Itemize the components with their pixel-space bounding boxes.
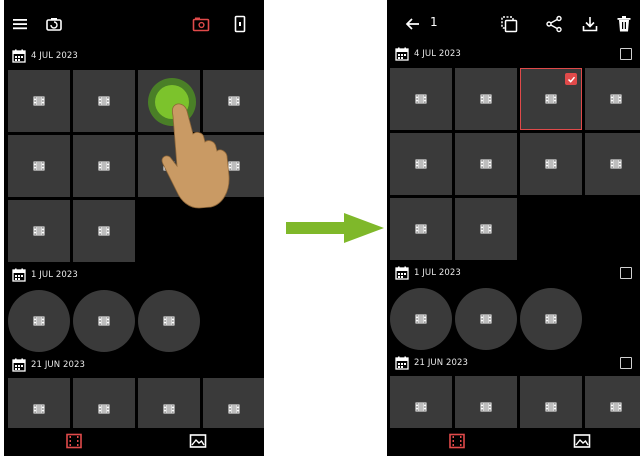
menu-icon[interactable]: [10, 14, 30, 34]
video-thumbnail[interactable]: [390, 198, 452, 260]
video-thumbnail[interactable]: [520, 288, 582, 350]
section-select-checkbox[interactable]: [620, 267, 632, 279]
video-thumbnail[interactable]: [73, 200, 135, 262]
video-thumbnail-icon: [415, 159, 427, 169]
video-thumbnail[interactable]: [585, 68, 640, 130]
video-thumbnail-icon: [163, 404, 175, 414]
video-thumbnail[interactable]: [8, 135, 70, 197]
camera-red-icon[interactable]: [191, 14, 211, 34]
video-thumbnail[interactable]: [8, 70, 70, 132]
transition-arrow-icon: [286, 213, 384, 243]
share-icon[interactable]: [544, 14, 564, 34]
date-label: 1 JUL 2023: [414, 268, 461, 278]
date-header: 21 JUN 2023: [387, 353, 640, 373]
video-thumbnail[interactable]: [138, 290, 200, 352]
date-label: 4 JUL 2023: [414, 49, 461, 59]
video-thumbnail[interactable]: [585, 133, 640, 195]
video-thumbnail-icon: [415, 402, 427, 412]
calendar-icon: [12, 268, 26, 282]
select-all-icon[interactable]: [499, 14, 519, 34]
video-thumbnail[interactable]: [455, 68, 517, 130]
video-thumbnail[interactable]: [8, 290, 70, 352]
video-thumbnail-icon: [98, 404, 110, 414]
calendar-icon: [395, 266, 409, 280]
video-thumbnail[interactable]: [455, 133, 517, 195]
date-header: 21 JUN 2023: [4, 355, 264, 375]
video-tab-icon[interactable]: [448, 433, 466, 449]
bottom-nav: [4, 428, 264, 456]
video-thumbnail-icon: [98, 96, 110, 106]
download-icon[interactable]: [580, 14, 600, 34]
back-arrow-icon[interactable]: [403, 14, 423, 34]
video-tab-icon[interactable]: [65, 433, 83, 449]
video-thumbnail-icon: [480, 402, 492, 412]
video-thumbnail-icon: [610, 94, 622, 104]
video-thumbnail-icon: [98, 226, 110, 236]
selected-check-icon[interactable]: [565, 73, 577, 85]
video-thumbnail[interactable]: [455, 198, 517, 260]
date-label: 21 JUN 2023: [414, 358, 469, 368]
bottom-nav: [387, 428, 640, 456]
video-thumbnail-icon: [228, 404, 240, 414]
date-header: 1 JUL 2023: [387, 263, 640, 283]
video-thumbnail-icon: [480, 224, 492, 234]
date-label: 4 JUL 2023: [31, 51, 78, 61]
phone-icon[interactable]: [230, 14, 250, 34]
video-thumbnail-icon: [545, 94, 557, 104]
video-thumbnail[interactable]: [73, 290, 135, 352]
delete-icon[interactable]: [614, 14, 634, 34]
video-thumbnail[interactable]: [73, 70, 135, 132]
video-thumbnail-icon: [480, 159, 492, 169]
video-thumbnail[interactable]: [390, 288, 452, 350]
video-thumbnail-icon: [33, 316, 45, 326]
section-select-checkbox[interactable]: [620, 48, 632, 60]
date-header: 4 JUL 2023: [4, 46, 264, 66]
calendar-icon: [12, 49, 26, 63]
video-thumbnail[interactable]: [520, 68, 582, 130]
top-bar: [4, 0, 264, 50]
video-thumbnail-icon: [545, 402, 557, 412]
video-thumbnail[interactable]: [520, 133, 582, 195]
video-thumbnail-icon: [98, 161, 110, 171]
tap-gesture-hand-icon: [148, 78, 230, 209]
video-thumbnail[interactable]: [73, 135, 135, 197]
video-thumbnail-icon: [33, 404, 45, 414]
video-thumbnail-icon: [415, 224, 427, 234]
gallery-screen-before: 4 JUL 2023 1 JUL 2023 21 JUN 2023: [4, 0, 264, 456]
video-thumbnail-icon: [415, 94, 427, 104]
video-thumbnail-icon: [545, 314, 557, 324]
calendar-icon: [12, 358, 26, 372]
selected-count: 1: [430, 15, 438, 29]
switch-camera-icon[interactable]: [44, 14, 64, 34]
video-thumbnail-icon: [480, 314, 492, 324]
photo-tab-icon[interactable]: [573, 433, 591, 449]
gallery-screen-selection: 1 4 JUL 2023 1 JUL 2023 21 JUN 2023: [387, 0, 640, 456]
video-thumbnail-icon: [33, 226, 45, 236]
date-label: 1 JUL 2023: [31, 270, 78, 280]
video-thumbnail-icon: [610, 159, 622, 169]
selection-top-bar: 1: [387, 0, 640, 50]
video-thumbnail-icon: [415, 314, 427, 324]
section-select-checkbox[interactable]: [620, 357, 632, 369]
video-thumbnail-icon: [33, 96, 45, 106]
video-thumbnail[interactable]: [390, 133, 452, 195]
date-header: 4 JUL 2023: [387, 44, 640, 64]
calendar-icon: [395, 47, 409, 61]
video-thumbnail-icon: [610, 402, 622, 412]
photo-tab-icon[interactable]: [189, 433, 207, 449]
video-thumbnail[interactable]: [390, 68, 452, 130]
date-label: 21 JUN 2023: [31, 360, 86, 370]
video-thumbnail-icon: [545, 159, 557, 169]
video-thumbnail-icon: [163, 316, 175, 326]
video-thumbnail-icon: [33, 161, 45, 171]
video-thumbnail[interactable]: [455, 288, 517, 350]
video-thumbnail-icon: [480, 94, 492, 104]
date-header: 1 JUL 2023: [4, 265, 264, 285]
calendar-icon: [395, 356, 409, 370]
video-thumbnail[interactable]: [8, 200, 70, 262]
video-thumbnail-icon: [98, 316, 110, 326]
